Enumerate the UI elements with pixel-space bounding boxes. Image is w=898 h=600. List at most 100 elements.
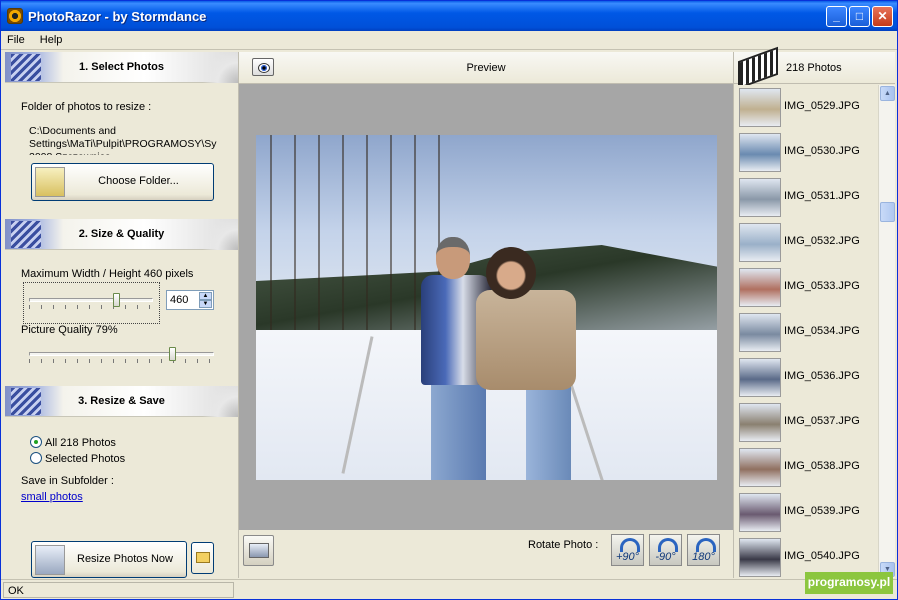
person-head — [486, 247, 536, 299]
choose-folder-label: Choose Folder... — [98, 175, 179, 187]
resize-icon — [35, 545, 65, 575]
selected-photos-label[interactable]: Selected Photos — [45, 453, 125, 465]
folder-icon — [35, 167, 65, 197]
person-legs — [526, 385, 571, 480]
photo-info-button[interactable] — [243, 535, 274, 566]
resize-photos-label: Resize Photos Now — [77, 553, 173, 565]
preview-footer: Rotate Photo : +90° -90° 180° — [239, 530, 733, 578]
thumbnail-filename: IMG_0533.JPG — [784, 280, 860, 292]
thumbnail-item[interactable]: IMG_0538.JPG — [734, 445, 878, 490]
menu-file[interactable]: File — [1, 31, 31, 46]
app-icon[interactable] — [7, 8, 23, 24]
thumbnail-filename: IMG_0530.JPG — [784, 145, 860, 157]
slider-ticks — [29, 359, 214, 363]
folder-path: C:\Documents and Settings\MaTi\Pulpit\PR… — [29, 125, 217, 155]
thumbnail-filename: IMG_0529.JPG — [784, 100, 860, 112]
folder-label: Folder of photos to resize : — [21, 101, 152, 113]
thumbnail-filename: IMG_0539.JPG — [784, 505, 860, 517]
quality-slider[interactable] — [29, 346, 214, 366]
preview-title: Preview — [466, 62, 506, 74]
window-title: PhotoRazor - by Stormdance — [28, 9, 207, 24]
thumbnail-filename: IMG_0537.JPG — [784, 415, 860, 427]
thumbnail-image[interactable] — [739, 223, 781, 262]
minimize-button[interactable]: _ — [826, 6, 847, 27]
all-photos-radio[interactable] — [30, 436, 42, 448]
film-icon — [738, 46, 778, 90]
section-title: 3. Resize & Save — [78, 395, 165, 407]
slider-ticks — [29, 305, 153, 309]
thumbnail-image[interactable] — [739, 268, 781, 307]
open-folder-button[interactable] — [191, 542, 214, 574]
thumbnail-image[interactable] — [739, 358, 781, 397]
size-value: 460 — [170, 294, 189, 306]
stripe-decoration — [11, 388, 41, 415]
thumbnail-item[interactable]: IMG_0530.JPG — [734, 130, 878, 175]
thumbnail-filename: IMG_0540.JPG — [784, 550, 860, 562]
spin-down-icon[interactable]: ▼ — [199, 300, 212, 308]
thumbnail-filename: IMG_0531.JPG — [784, 190, 860, 202]
thumbnail-item[interactable]: IMG_0529.JPG — [734, 85, 878, 130]
size-label: Maximum Width / Height 460 pixels — [21, 268, 194, 280]
all-photos-label[interactable]: All 218 Photos — [45, 437, 116, 449]
thumbnail-item[interactable]: IMG_0536.JPG — [734, 355, 878, 400]
thumbnail-image[interactable] — [739, 493, 781, 532]
thumbnail-image[interactable] — [739, 538, 781, 577]
thumbnail-item[interactable]: IMG_0534.JPG — [734, 310, 878, 355]
preview-header: Preview — [239, 52, 733, 84]
spin-up-icon[interactable]: ▲ — [199, 292, 212, 300]
rotate-ccw-button[interactable]: -90° — [649, 534, 682, 566]
thumbnail-image[interactable] — [739, 178, 781, 217]
close-button[interactable]: ✕ — [872, 6, 893, 27]
thumbnail-image[interactable] — [739, 133, 781, 172]
thumbnail-filename: IMG_0538.JPG — [784, 460, 860, 472]
thumbnail-item[interactable]: IMG_0531.JPG — [734, 175, 878, 220]
thumbnail-item[interactable]: IMG_0532.JPG — [734, 220, 878, 265]
thumbnail-image[interactable] — [739, 448, 781, 487]
thumbnail-item[interactable]: IMG_0539.JPG — [734, 490, 878, 535]
rotate-cw-button[interactable]: +90° — [611, 534, 644, 566]
subfolder-label: Save in Subfolder : — [21, 475, 114, 487]
thumbnail-item[interactable]: IMG_0533.JPG — [734, 265, 878, 310]
slider-thumb[interactable] — [113, 293, 120, 307]
subfolder-link[interactable]: small photos — [21, 491, 83, 503]
disc-decoration — [198, 219, 238, 250]
selected-photos-radio[interactable] — [30, 452, 42, 464]
status-text: OK — [3, 582, 234, 598]
preview-area — [239, 84, 733, 530]
choose-folder-button[interactable]: Choose Folder... — [31, 163, 214, 201]
slider-thumb[interactable] — [169, 347, 176, 361]
scroll-up-icon[interactable]: ▲ — [880, 86, 895, 101]
thumbnail-panel: 218 Photos IMG_0529.JPG IMG_0530.JPG IMG_0… — [734, 46, 895, 578]
person-jacket — [476, 290, 576, 390]
photo-count: 218 Photos — [786, 62, 842, 74]
size-slider[interactable] — [29, 292, 153, 312]
thumbnail-header: 218 Photos — [734, 46, 895, 90]
thumbnail-item[interactable]: IMG_0537.JPG — [734, 400, 878, 445]
menu-help[interactable]: Help — [34, 31, 69, 46]
maximize-button[interactable]: □ — [849, 6, 870, 27]
rotate-label: Rotate Photo : — [528, 539, 599, 551]
photos-icon — [249, 543, 269, 558]
watermark: programosy.pl — [805, 572, 893, 594]
thumbnail-image[interactable] — [739, 403, 781, 442]
scroll-thumb[interactable] — [880, 202, 895, 222]
section-header-size-quality: 2. Size & Quality — [5, 219, 238, 250]
thumbnail-image[interactable] — [739, 313, 781, 352]
thumbnail-image[interactable] — [739, 88, 781, 127]
section-header-select-photos: 1. Select Photos — [5, 52, 238, 83]
rotate-180-button[interactable]: 180° — [687, 534, 720, 566]
thumbnail-filename: IMG_0532.JPG — [784, 235, 860, 247]
thumbnail-filename: IMG_0534.JPG — [784, 325, 860, 337]
thumbnail-scrollbar[interactable]: ▲ ▼ — [878, 85, 895, 578]
disc-decoration — [198, 52, 238, 83]
title-bar[interactable]: PhotoRazor - by Stormdance _ □ ✕ — [1, 1, 897, 31]
section-title: 1. Select Photos — [79, 61, 164, 73]
slider-track — [29, 298, 153, 302]
app-window: PhotoRazor - by Stormdance _ □ ✕ File He… — [0, 0, 898, 600]
thumbnail-list[interactable]: IMG_0529.JPG IMG_0530.JPG IMG_0531.JPG IMG_… — [734, 85, 878, 578]
slider-track — [29, 352, 214, 356]
size-spinbox[interactable]: 460 ▲ ▼ — [166, 290, 214, 310]
open-folder-icon — [196, 552, 210, 563]
photo-person — [456, 245, 586, 480]
resize-photos-button[interactable]: Resize Photos Now — [31, 541, 187, 578]
